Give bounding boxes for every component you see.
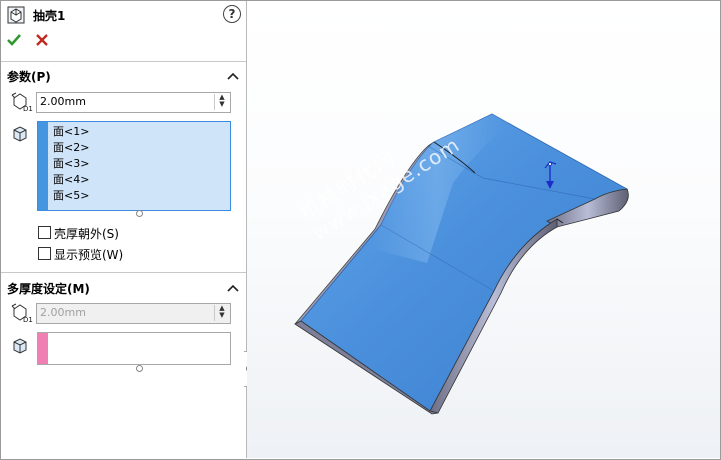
feature-title-row: 抽壳1 ? <box>7 5 241 25</box>
chevron-up-icon[interactable] <box>227 72 239 80</box>
divider <box>1 61 246 62</box>
thickness-input[interactable]: 2.00mm ▲ ▼ <box>36 92 231 113</box>
shell-feature-icon <box>7 6 25 24</box>
resize-grip[interactable] <box>136 365 143 372</box>
svg-text:D1: D1 <box>23 316 33 323</box>
divider <box>1 272 246 273</box>
help-icon[interactable]: ? <box>223 5 241 23</box>
check-icon[interactable] <box>6 32 22 48</box>
multi-thickness-value: 2.00mm <box>40 306 86 319</box>
checkbox-box[interactable] <box>38 226 51 239</box>
shell-outward-label: 壳厚朝外(S) <box>54 227 119 241</box>
svg-text:D1: D1 <box>23 105 33 112</box>
multi-thickness-input[interactable]: 2.00mm ▲ ▼ <box>36 303 231 324</box>
list-item[interactable]: 面<4> <box>53 172 89 188</box>
list-item[interactable]: 面<1> <box>53 124 89 140</box>
selection-color-strip <box>38 333 48 364</box>
feature-title: 抽壳1 <box>33 9 66 23</box>
resize-grip[interactable] <box>136 210 143 217</box>
list-item[interactable]: 面<3> <box>53 156 89 172</box>
multi-thickness-dim-icon: D1 <box>11 303 33 323</box>
thickness-value: 2.00mm <box>40 95 86 108</box>
multi-thickness-faces-icon <box>13 338 27 354</box>
section-header-multi-thickness[interactable]: 多厚度设定(M) <box>7 280 90 297</box>
multi-thickness-faces-list[interactable] <box>37 332 231 365</box>
section-header-params[interactable]: 参数(P) <box>7 68 51 85</box>
show-preview-label: 显示预览(W) <box>54 248 124 262</box>
selection-color-strip <box>38 122 48 210</box>
thickness-dim-icon: D1 <box>11 92 33 112</box>
close-icon[interactable] <box>34 32 50 48</box>
spin-down-icon[interactable]: ▼ <box>215 101 229 108</box>
faces-to-remove-icon <box>13 126 27 142</box>
multi-thickness-spinner[interactable]: ▲ ▼ <box>214 305 229 321</box>
thickness-spinner[interactable]: ▲ ▼ <box>214 94 229 110</box>
faces-to-remove-list[interactable]: 面<1> 面<2> 面<3> 面<4> 面<5> <box>37 121 231 211</box>
chevron-up-icon[interactable] <box>227 284 239 292</box>
checkbox-box[interactable] <box>38 247 51 260</box>
list-item[interactable]: 面<5> <box>53 188 89 204</box>
property-manager: 抽壳1 ? 参数(P) D1 2.00mm ▲ ▼ 面<1> 面<2> 面<3>… <box>1 1 247 458</box>
list-item[interactable]: 面<2> <box>53 140 89 156</box>
spin-down-icon[interactable]: ▼ <box>215 312 229 319</box>
